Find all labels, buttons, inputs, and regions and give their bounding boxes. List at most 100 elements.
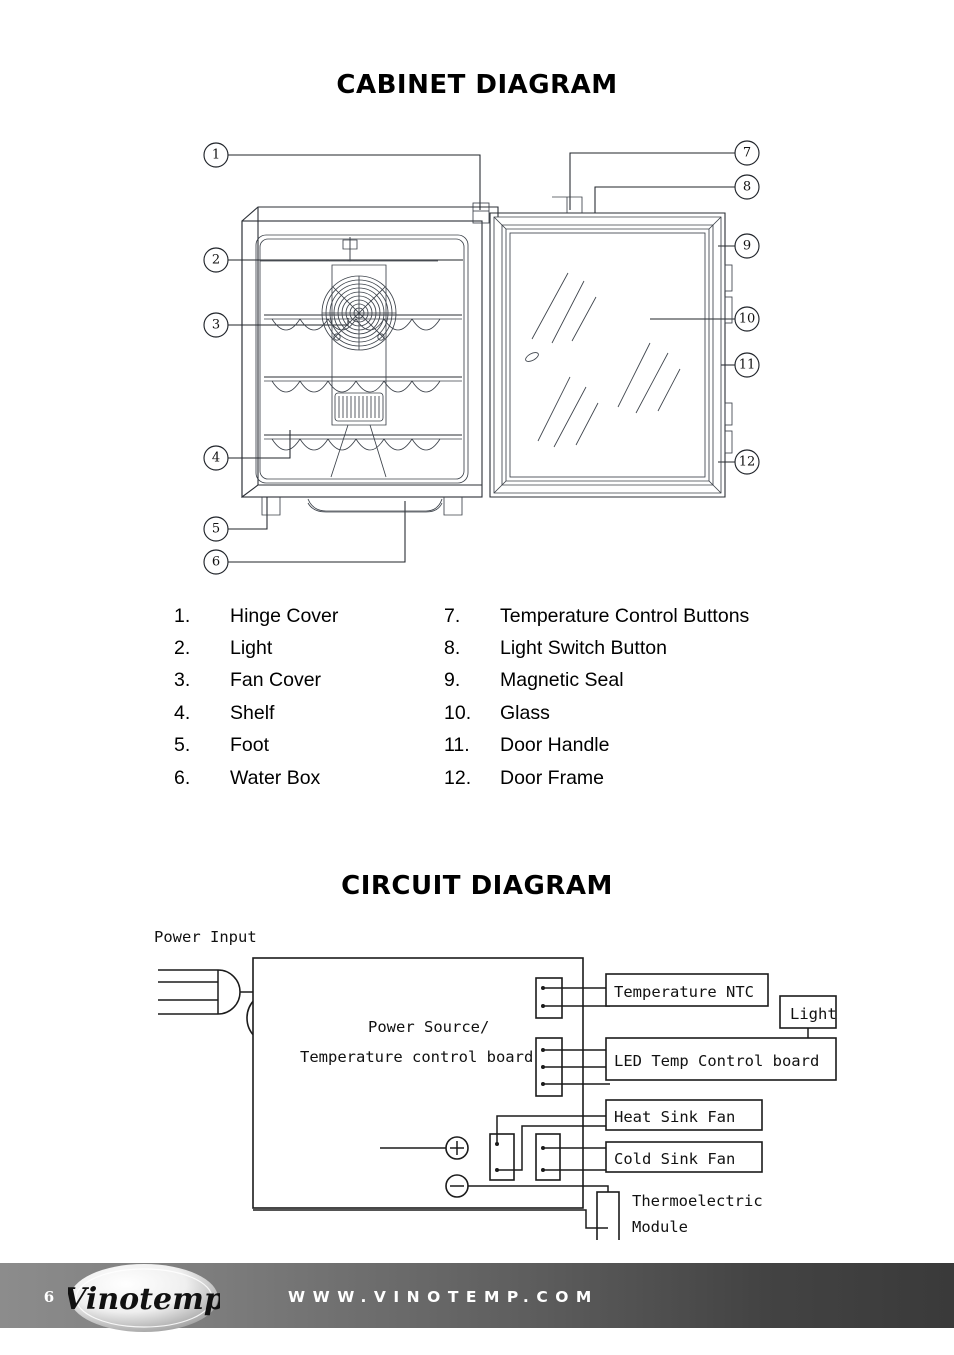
power-input-label: Power Input <box>154 928 257 946</box>
cabinet-diagram-title: CABINET DIAGRAM <box>336 70 618 100</box>
part-list-item: 8. Light Switch Button <box>444 632 814 664</box>
component-label: Cold Sink Fan <box>614 1150 735 1168</box>
part-number: 6. <box>174 766 191 789</box>
part-label: Water Box <box>230 766 321 789</box>
part-number: 10. <box>444 701 472 724</box>
part-number: 11. <box>444 734 470 757</box>
parts-list-column-left: 1. Hinge Cover 2. Light 3. Fan Cover 4. Shel… <box>174 600 444 794</box>
circuit-diagram-figure: Power Input Power Source/ Temperature co… <box>154 928 837 1240</box>
part-number: 1. <box>174 604 191 627</box>
callout-7: 7 <box>734 140 760 166</box>
website-url: WWW.VINOTEMP.COM <box>288 1288 599 1306</box>
part-number: 3. <box>174 669 191 692</box>
callout-label: 9 <box>743 239 751 254</box>
power-source-board: Power Source/ Temperature control board <box>252 957 584 1209</box>
callout-label: 3 <box>212 318 220 333</box>
part-label: Glass <box>500 701 550 724</box>
part-label: Hinge Cover <box>230 604 339 627</box>
callout-label: 2 <box>212 253 220 268</box>
component-label: Temperature NTC <box>614 983 754 1001</box>
cabinet-leader-lines-left <box>228 154 481 563</box>
callout-5: 5 <box>203 516 229 542</box>
callout-10: 10 <box>734 306 760 332</box>
vinotemp-logo: Vinotemp <box>68 1264 220 1332</box>
part-label: Door Handle <box>500 734 610 757</box>
component-cold-sink-fan: Cold Sink Fan <box>605 1141 763 1173</box>
callout-label: 12 <box>739 455 756 470</box>
component-temperature-ntc: Temperature NTC <box>605 973 769 1007</box>
callout-4: 4 <box>203 445 229 471</box>
board-label-line1: Power Source/ <box>368 1018 489 1036</box>
part-list-item: 3. Fan Cover <box>174 665 444 697</box>
thermoelectric-label-line1: Thermoelectric <box>632 1192 763 1210</box>
cabinet-hinge-cover <box>472 202 490 224</box>
parts-list: 1. Hinge Cover 2. Light 3. Fan Cover 4. Shel… <box>174 600 814 794</box>
vent-grille <box>334 392 384 422</box>
part-list-item: 4. Shelf <box>174 697 444 729</box>
part-label: Light Switch Button <box>500 637 667 660</box>
manual-page: CABINET DIAGRAM 1 2 3 4 5 6 7 8 9 10 11 … <box>0 0 954 1355</box>
door-handle <box>724 264 733 454</box>
part-number: 2. <box>174 637 191 660</box>
callout-label: 4 <box>212 451 220 466</box>
part-label: Temperature Control Buttons <box>500 604 750 627</box>
part-number: 9. <box>444 669 461 692</box>
part-list-item: 2. Light <box>174 632 444 664</box>
part-label: Foot <box>230 734 270 757</box>
thermoelectric-label-line2: Module <box>632 1218 688 1236</box>
cabinet-leader-lines-right <box>569 152 735 463</box>
callout-8: 8 <box>734 174 760 200</box>
component-label: Heat Sink Fan <box>614 1108 735 1126</box>
component-label: Light <box>790 1005 837 1023</box>
callout-1: 1 <box>203 142 229 168</box>
callout-label: 6 <box>212 555 220 570</box>
page-number: 6 <box>43 1288 55 1306</box>
cabinet-base <box>242 496 482 516</box>
callout-9: 9 <box>734 233 760 259</box>
callout-label: 10 <box>739 312 756 327</box>
callout-3: 3 <box>203 312 229 338</box>
part-label: Shelf <box>230 701 275 724</box>
circuit-diagram-title: CIRCUIT DIAGRAM <box>341 871 613 901</box>
callout-label: 1 <box>212 148 220 163</box>
part-list-item: 5. Foot <box>174 730 444 762</box>
board-label-line2: Temperature control board <box>300 1048 533 1066</box>
glass-reflections <box>525 272 681 448</box>
callout-2: 2 <box>203 247 229 273</box>
part-list-item: 9. Magnetic Seal <box>444 665 814 697</box>
part-number: 7. <box>444 604 461 627</box>
part-list-item: 10. Glass <box>444 697 814 729</box>
part-list-item: 6. Water Box <box>174 762 444 794</box>
callout-12: 12 <box>734 449 760 475</box>
part-label: Door Frame <box>500 766 605 789</box>
parts-list-column-right: 7. Temperature Control Buttons 8. Light Sw… <box>444 600 814 794</box>
component-heat-sink-fan: Heat Sink Fan <box>605 1099 763 1131</box>
cabinet-diagram-figure: 1 2 3 4 5 6 7 8 9 10 11 12 <box>203 140 760 575</box>
cabinet-light-panel <box>260 237 438 262</box>
shelf-3 <box>264 434 462 451</box>
component-label: LED Temp Control board <box>614 1052 819 1070</box>
part-number: 5. <box>174 734 191 757</box>
cabinet-shelves <box>264 314 462 451</box>
part-list-item: 1. Hinge Cover <box>174 600 444 632</box>
callout-label: 11 <box>739 358 756 373</box>
callout-label: 7 <box>743 146 751 161</box>
part-number: 12. <box>444 766 472 789</box>
terminal-negative <box>445 1174 469 1198</box>
fan-icon <box>321 275 397 351</box>
callout-6: 6 <box>203 549 229 575</box>
cabinet-body <box>241 206 499 499</box>
shelf-2 <box>264 376 462 393</box>
part-label: Fan Cover <box>230 669 322 692</box>
callout-label: 8 <box>743 180 751 195</box>
component-led-temp-control-board: LED Temp Control board <box>605 1037 837 1081</box>
callout-11: 11 <box>734 352 760 378</box>
part-label: Magnetic Seal <box>500 669 624 692</box>
part-list-item: 12. Door Frame <box>444 762 814 794</box>
part-number: 8. <box>444 637 461 660</box>
brand-wordmark: Vinotemp <box>68 1282 220 1317</box>
part-number: 4. <box>174 701 191 724</box>
cabinet-door <box>489 196 733 498</box>
part-list-item: 7. Temperature Control Buttons <box>444 600 814 632</box>
callout-label: 5 <box>212 522 220 537</box>
